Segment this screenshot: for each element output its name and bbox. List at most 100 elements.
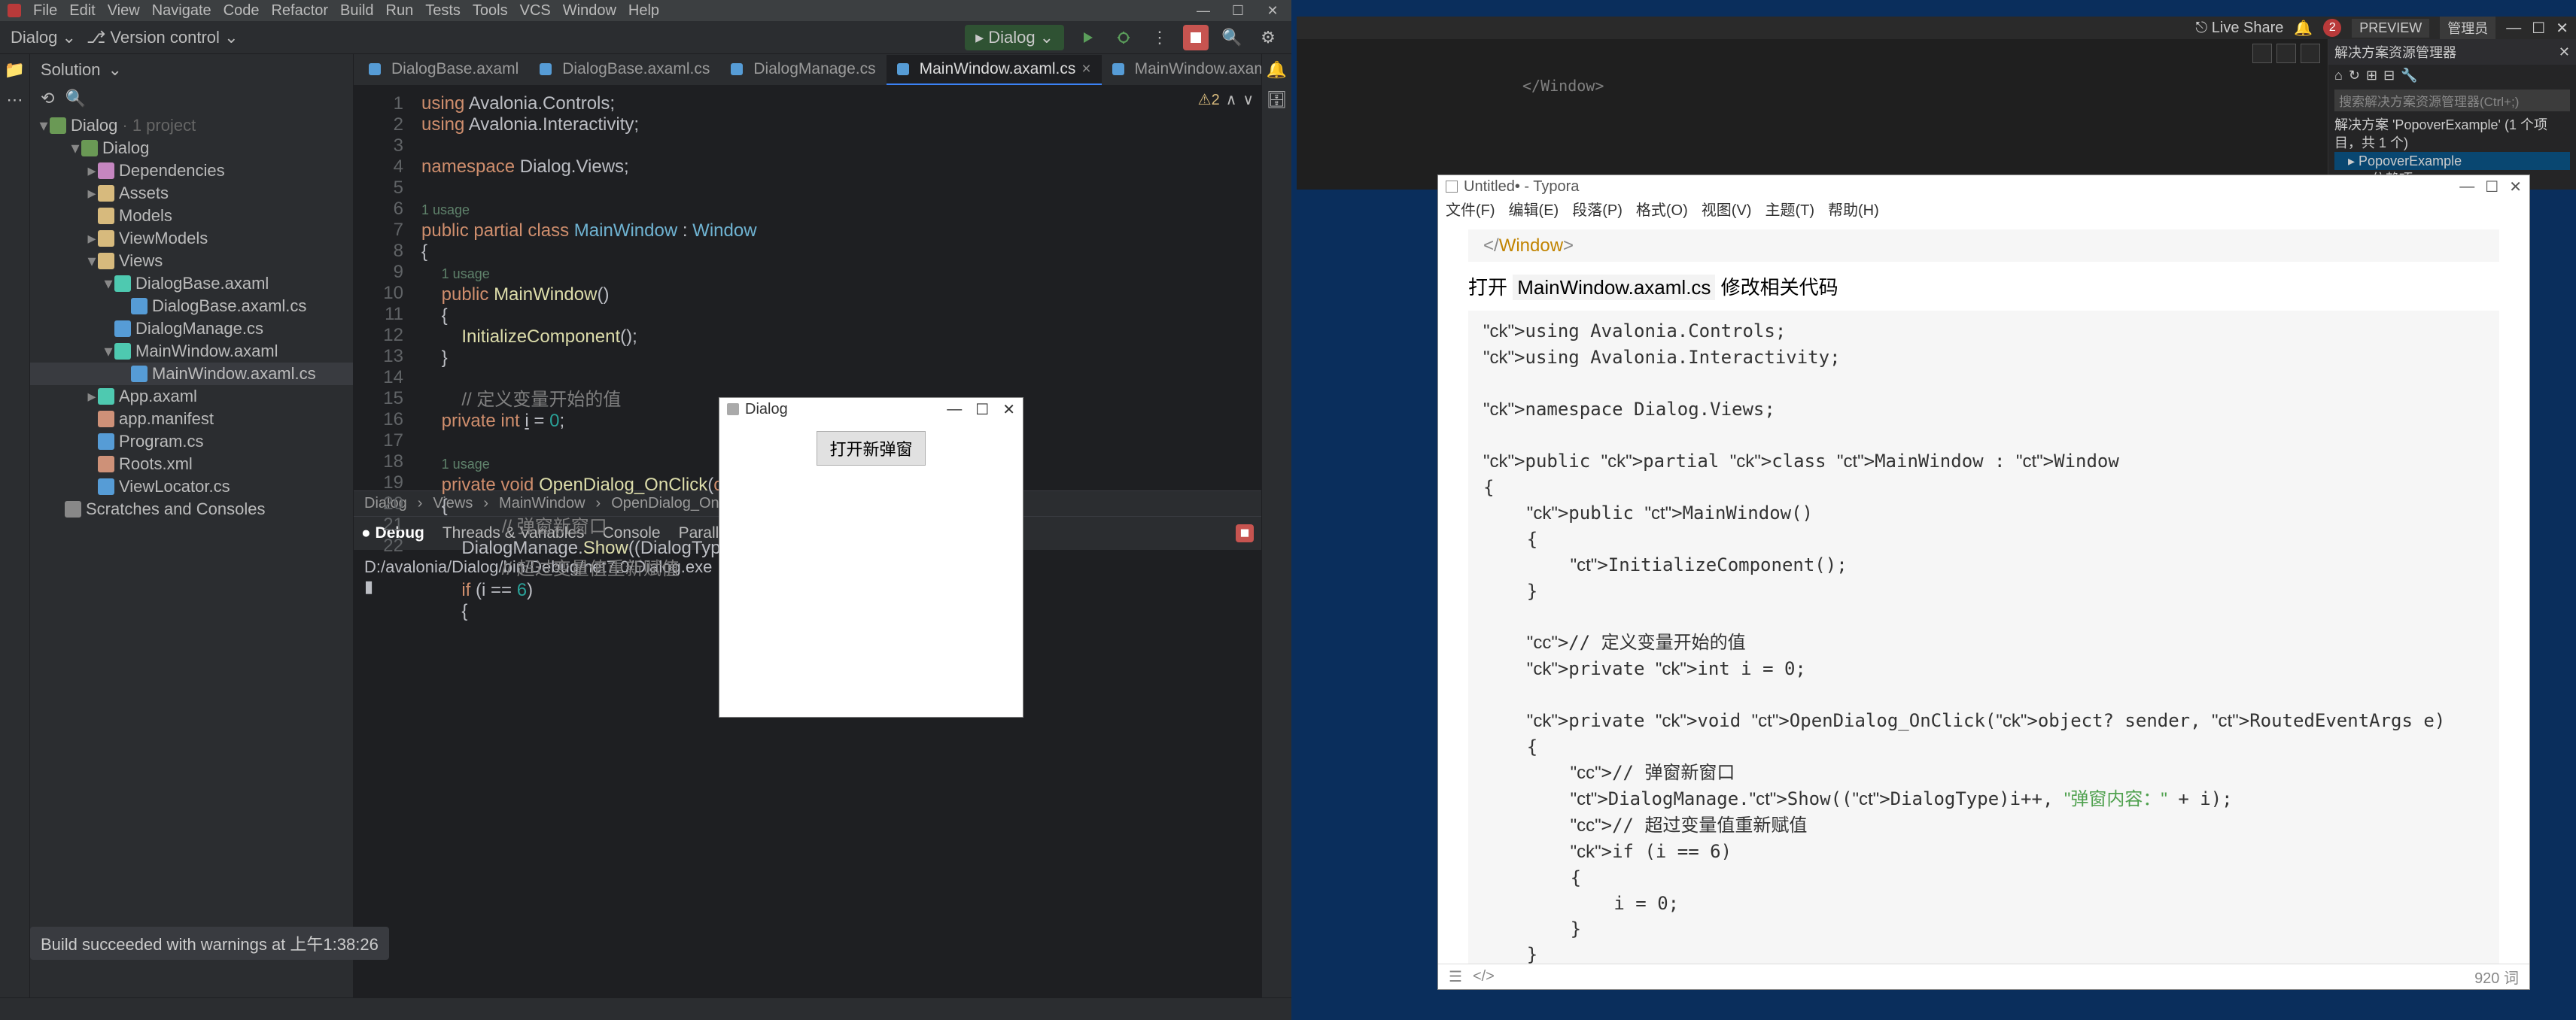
search-icon[interactable]: 🔍 [1219,25,1245,50]
window-close-icon[interactable]: ✕ [2556,19,2568,38]
tree-item[interactable]: ▾Dialog [30,137,353,159]
menu-tests[interactable]: Tests [425,2,461,20]
tree-item[interactable]: ▾DialogBase.axaml [30,272,353,295]
chevron-down-icon[interactable]: ⌄ [108,60,122,80]
menu-run[interactable]: Run [386,2,414,20]
menu-vcs[interactable]: VCS [520,2,551,20]
editor-tab[interactable]: DialogManage.cs [720,55,886,85]
window-minimize-icon[interactable]: — [947,401,962,418]
split-icon[interactable] [2276,44,2296,63]
split-icon[interactable] [2252,44,2272,63]
editor-tab[interactable]: MainWindow.axaml.cs × [887,55,1102,85]
vs-editor-area[interactable]: </Window> [1297,39,2328,190]
window-close-icon[interactable]: ✕ [1002,400,1015,419]
search-icon[interactable]: 🔍 [65,89,85,108]
menu-view[interactable]: View [108,2,140,20]
chevron-down-icon[interactable]: ∨ [1242,90,1254,109]
notification-badge[interactable]: 2 [2323,19,2341,37]
menu-navigate[interactable]: Navigate [152,2,211,20]
menu-help[interactable]: Help [628,2,659,20]
solution-explorer[interactable]: 解决方案资源管理器 ✕ ⌂ ↻ ⊞ ⊟ 🔧 搜索解决方案资源管理器(Ctrl+;… [2328,39,2576,190]
menu-refactor[interactable]: Refactor [271,2,328,20]
tree-project[interactable]: ▸ PopoverExample [2334,152,2570,170]
crumb-item[interactable]: MainWindow [499,495,585,512]
tree-item[interactable]: Models [30,205,353,227]
tool-icon[interactable]: ⊞ [2366,68,2377,83]
tree-solution[interactable]: 解决方案 'PopoverExample' (1 个项目，共 1 个) [2334,116,2570,152]
tree-item[interactable]: ▸ViewModels [30,227,353,250]
menu-edit[interactable]: Edit [69,2,95,20]
window-maximize-icon[interactable]: ☐ [2532,19,2545,38]
window-minimize-icon[interactable]: — [2506,20,2521,37]
more-actions-button[interactable]: ⋮ [1147,25,1172,50]
menu-tools[interactable]: Tools [473,2,508,20]
window-minimize-icon[interactable]: — [2459,178,2474,196]
tree-item[interactable]: ▸Assets [30,182,353,205]
stop-debug-button[interactable]: ■ [1236,524,1254,542]
chevron-up-icon[interactable]: ∧ [1226,90,1237,109]
menu-build[interactable]: Build [340,2,373,20]
tool-icon[interactable]: ⊟ [2383,68,2395,83]
menu-item[interactable]: 帮助(H) [1828,198,1879,220]
window-close-icon[interactable]: ✕ [2509,178,2522,196]
menu-item[interactable]: 视图(V) [1702,198,1752,220]
menu-item[interactable]: 编辑(E) [1509,198,1559,220]
live-share-button[interactable]: ⎋ Live Share [2195,20,2283,37]
tree-item[interactable]: ▾MainWindow.axaml [30,340,353,363]
window-close-icon[interactable]: ✕ [1261,3,1284,18]
project-tree[interactable]: ▾Dialog · 1 project▾Dialog▸Dependencies▸… [30,111,353,997]
menu-item[interactable]: 主题(T) [1765,198,1814,220]
open-dialog-button[interactable]: 打开新弹窗 [817,431,925,466]
run-button[interactable] [1075,25,1100,50]
wrench-icon[interactable]: 🔧 [2401,68,2417,83]
project-dropdown[interactable]: Dialog ⌄ [11,28,76,47]
menu-file[interactable]: File [33,2,57,20]
sync-icon[interactable]: ⟲ [41,89,54,108]
tree-item[interactable]: ViewLocator.cs [30,475,353,498]
tree-item[interactable]: Roots.xml [30,453,353,475]
notifications-icon[interactable]: 🔔 [2294,19,2313,38]
tree-item[interactable]: ▸App.axaml [30,385,353,408]
more-icon[interactable]: ⋯ [7,90,23,110]
notifications-icon[interactable]: 🔔 [1267,60,1287,80]
tree-item[interactable]: MainWindow.axaml.cs [30,363,353,385]
split-icon[interactable] [2301,44,2320,63]
debug-button[interactable] [1111,25,1136,50]
tree-item[interactable]: app.manifest [30,408,353,430]
window-maximize-icon[interactable]: ☐ [2485,178,2498,196]
refresh-icon[interactable]: ↻ [2349,68,2360,83]
tree-item[interactable]: DialogBase.axaml.cs [30,295,353,317]
tree-item[interactable]: ▸Dependencies [30,159,353,182]
home-icon[interactable]: ⌂ [2334,68,2343,83]
menu-window[interactable]: Window [563,2,616,20]
search-input[interactable]: 搜索解决方案资源管理器(Ctrl+;) [2334,90,2570,111]
tree-root[interactable]: ▾Dialog · 1 project [30,114,353,137]
settings-icon[interactable]: ⚙ [1255,25,1281,50]
tree-item[interactable]: DialogManage.cs [30,317,353,340]
stop-button[interactable] [1183,25,1209,50]
menu-item[interactable]: 文件(F) [1446,198,1495,220]
menu-item[interactable]: 段落(P) [1572,198,1623,220]
window-maximize-icon[interactable]: ☐ [1227,3,1249,18]
warning-badge[interactable]: ⚠2 [1198,90,1220,109]
outline-icon[interactable]: ☰ [1449,967,1462,986]
window-minimize-icon[interactable]: — [1192,3,1215,18]
source-icon[interactable]: </> [1473,968,1495,985]
app-dialog-window[interactable]: Dialog — ☐ ✕ 打开新弹窗 [719,397,1023,718]
typora-content[interactable]: </Window> 打开 MainWindow.axaml.cs 修改相关代码 … [1438,219,2529,964]
tree-item[interactable]: Scratches and Consoles [30,498,353,521]
database-icon[interactable]: 🗄 [1267,90,1288,110]
menu-item[interactable]: 格式(O) [1636,198,1688,220]
word-count[interactable]: 920 词 [2474,966,2519,988]
preview-button[interactable]: PREVIEW [2352,19,2429,38]
editor-tab[interactable]: MainWindow.axaml [1102,55,1282,85]
tree-item[interactable]: Program.cs [30,430,353,453]
editor-tab[interactable]: DialogBase.axaml [358,55,529,85]
close-icon[interactable]: ✕ [2559,44,2570,60]
window-maximize-icon[interactable]: ☐ [975,400,989,419]
tree-item[interactable]: ▾Views [30,250,353,272]
menu-code[interactable]: Code [224,2,260,20]
code-block[interactable]: "ck">using Avalonia.Controls; "ck">using… [1468,311,2499,964]
vcs-dropdown[interactable]: ⎇ Version control ⌄ [87,28,239,47]
editor-tab[interactable]: DialogBase.axaml.cs [529,55,720,85]
